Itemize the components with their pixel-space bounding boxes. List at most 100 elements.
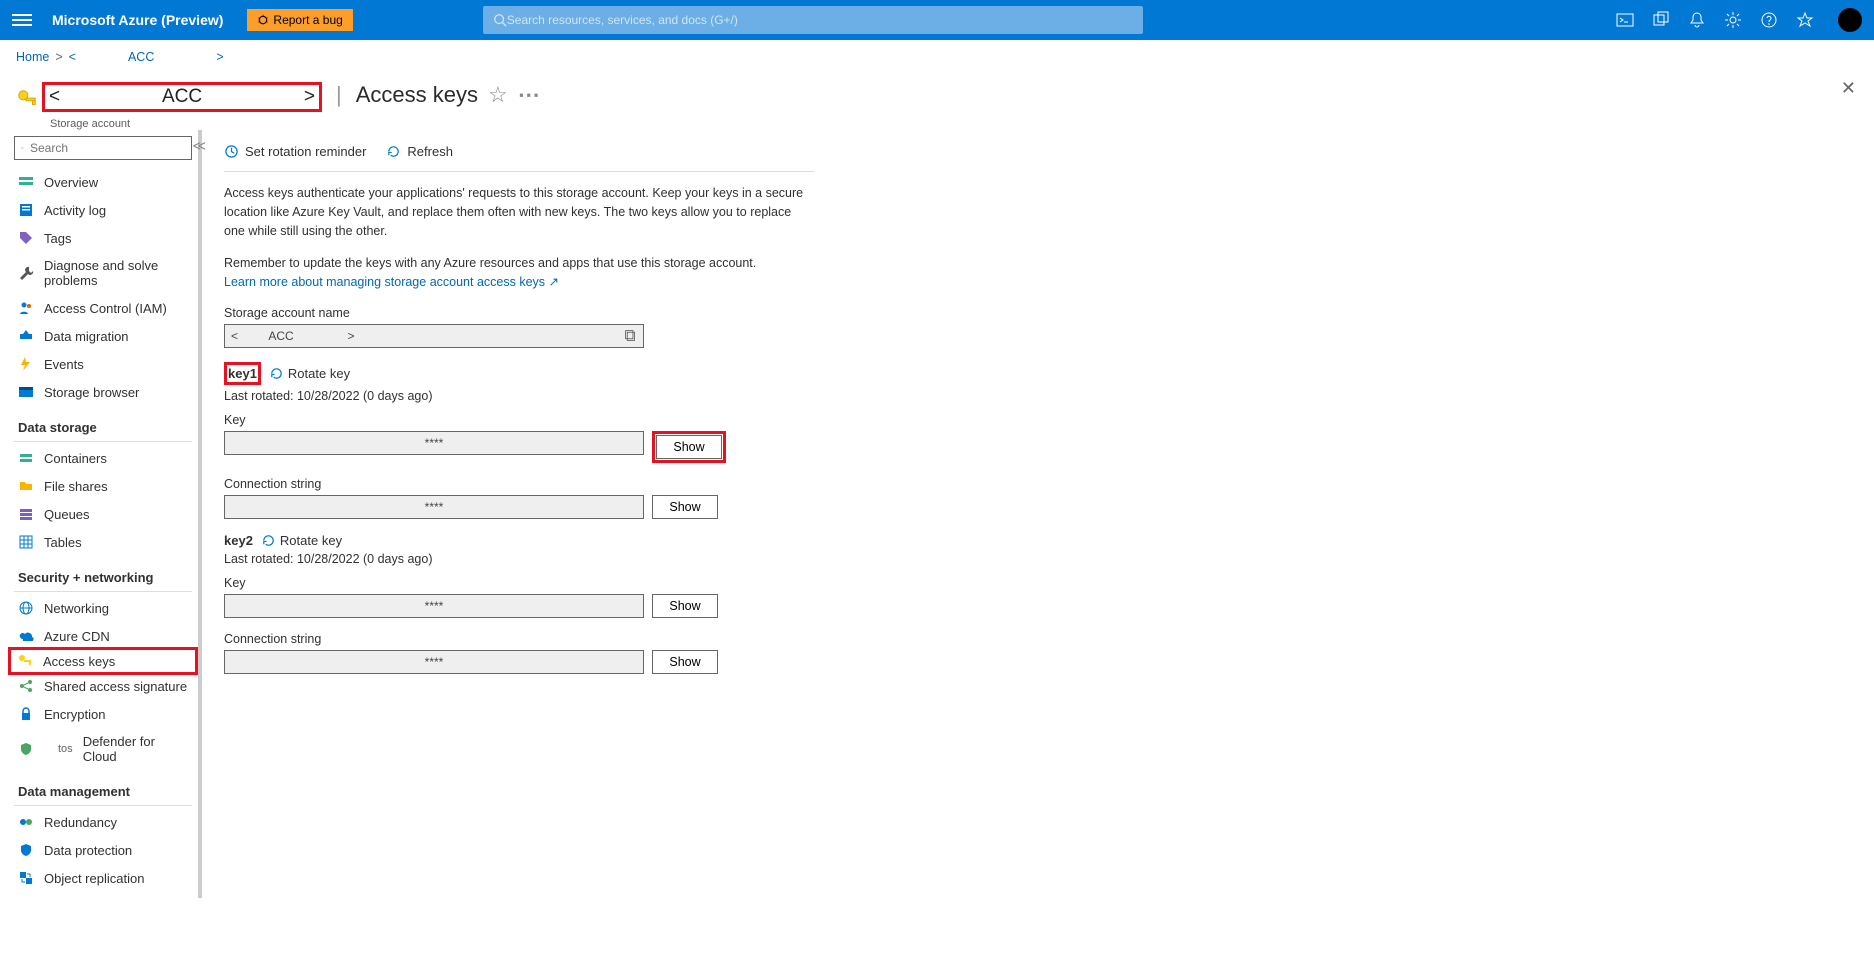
breadcrumb-home[interactable]: Home xyxy=(16,50,49,64)
show-key2-button[interactable]: Show xyxy=(652,594,718,618)
breadcrumb-angle[interactable]: < xyxy=(69,50,76,64)
rotate-key2-button[interactable]: Rotate key xyxy=(261,533,342,548)
resource-sidebar: ≪ Overview Activity log Tags Diagnose an… xyxy=(0,130,200,898)
sidebar-search[interactable] xyxy=(14,136,192,160)
help-icon[interactable] xyxy=(1760,11,1778,29)
topbar-right xyxy=(1616,8,1862,32)
nav-containers[interactable]: Containers xyxy=(14,444,192,472)
set-rotation-reminder-button[interactable]: Set rotation reminder xyxy=(224,144,366,159)
account-name-field[interactable]: < ACC > xyxy=(224,324,644,348)
nav-data-protection[interactable]: Data protection xyxy=(14,836,192,864)
migration-icon xyxy=(18,328,34,344)
nav-overview[interactable]: Overview xyxy=(14,168,192,196)
key2-key-field[interactable]: **** xyxy=(224,594,644,618)
collapse-sidebar-icon[interactable]: ≪ xyxy=(192,138,206,154)
nav-activity-log[interactable]: Activity log xyxy=(14,196,192,224)
report-bug-button[interactable]: Report a bug xyxy=(247,9,352,31)
nav-azure-cdn[interactable]: Azure CDN xyxy=(14,622,192,650)
table-icon xyxy=(18,534,34,550)
nav-encryption[interactable]: Encryption xyxy=(14,700,192,728)
hamburger-icon[interactable] xyxy=(12,10,32,30)
description-2: Remember to update the keys with any Azu… xyxy=(224,254,814,292)
nav-label: Tags xyxy=(44,231,71,246)
copy-icon[interactable] xyxy=(624,329,637,342)
nav-label: Object replication xyxy=(44,871,144,886)
cmd-label: Set rotation reminder xyxy=(245,144,366,159)
breadcrumb-sep: > xyxy=(55,50,62,64)
nav-sas[interactable]: Shared access signature xyxy=(14,672,192,700)
nav-tags[interactable]: Tags xyxy=(14,224,192,252)
key1-key-field[interactable]: **** xyxy=(224,431,644,455)
people-icon xyxy=(18,300,34,316)
rotate-icon xyxy=(269,366,284,381)
cloud-shell-icon[interactable] xyxy=(1616,11,1634,29)
nav-tables[interactable]: Tables xyxy=(14,528,192,556)
refresh-button[interactable]: Refresh xyxy=(386,144,453,159)
key1-conn-field[interactable]: **** xyxy=(224,495,644,519)
key1-last-rotated: Last rotated: 10/28/2022 (0 days ago) xyxy=(224,389,1104,403)
notifications-icon[interactable] xyxy=(1688,11,1706,29)
hidden-value: **** xyxy=(425,436,444,450)
key2-conn-label: Connection string xyxy=(224,632,1104,646)
external-link-icon: ↗ xyxy=(549,275,559,289)
more-actions-icon[interactable]: ⋯ xyxy=(518,82,541,108)
queue-icon xyxy=(18,506,34,522)
global-search-input[interactable] xyxy=(507,13,1133,27)
nav-label: Activity log xyxy=(44,203,106,218)
browser-icon xyxy=(18,384,34,400)
nav-access-keys[interactable]: Access keys xyxy=(8,647,198,675)
key1-header: key1 Rotate key xyxy=(224,362,1104,385)
settings-icon[interactable] xyxy=(1724,11,1742,29)
nav-defender[interactable]: tosDefender for Cloud xyxy=(14,728,192,770)
show-key2-conn-button[interactable]: Show xyxy=(652,650,718,674)
nav-events[interactable]: Events xyxy=(14,350,192,378)
nav-diagnose[interactable]: Diagnose and solve problems xyxy=(14,252,192,294)
hidden-value: **** xyxy=(425,500,444,514)
key2-conn-field[interactable]: **** xyxy=(224,650,644,674)
user-avatar[interactable] xyxy=(1838,8,1862,32)
rotate-label: Rotate key xyxy=(288,366,350,381)
nav-queues[interactable]: Queues xyxy=(14,500,192,528)
nav-label: Data migration xyxy=(44,329,129,344)
learn-more-link[interactable]: Learn more about managing storage accoun… xyxy=(224,275,559,289)
close-blade-icon[interactable]: ✕ xyxy=(1841,78,1856,99)
sidebar-search-input[interactable] xyxy=(30,141,185,155)
nav-section-data-mgmt: Data management xyxy=(14,770,192,806)
top-bar: Microsoft Azure (Preview) Report a bug xyxy=(0,0,1874,40)
nav-networking[interactable]: Networking xyxy=(14,594,192,622)
nav-redundancy[interactable]: Redundancy xyxy=(14,808,192,836)
nav-data-migration[interactable]: Data migration xyxy=(14,322,192,350)
nav-storage-browser[interactable]: Storage browser xyxy=(14,378,192,406)
resource-type-label: Storage account xyxy=(50,118,1874,130)
nav-label: Encryption xyxy=(44,707,105,722)
resource-name-highlight: < ACC > xyxy=(42,82,322,112)
nav-object-replication[interactable]: Object replication xyxy=(14,864,192,892)
hidden-value: **** xyxy=(425,599,444,613)
nav-label: Access keys xyxy=(43,654,115,669)
global-search[interactable] xyxy=(483,6,1143,34)
directories-icon[interactable] xyxy=(1652,11,1670,29)
key1-conn-label: Connection string xyxy=(224,477,1104,491)
show-key1-conn-button[interactable]: Show xyxy=(652,495,718,519)
clock-icon xyxy=(224,144,239,159)
page-title-row: | Access keys ☆ ⋯ xyxy=(332,82,541,108)
feedback-icon[interactable] xyxy=(1796,11,1814,29)
nav-file-shares[interactable]: File shares xyxy=(14,472,192,500)
globe-icon xyxy=(18,600,34,616)
description-2-text: Remember to update the keys with any Azu… xyxy=(224,256,756,270)
refresh-icon xyxy=(386,144,401,159)
nav-iam[interactable]: Access Control (IAM) xyxy=(14,294,192,322)
breadcrumb-angle2[interactable]: > xyxy=(216,50,223,64)
container-icon xyxy=(18,450,34,466)
acc-val-right: > xyxy=(311,329,391,343)
nav-section-data-storage: Data storage xyxy=(14,406,192,442)
nav-label: Tables xyxy=(44,535,82,550)
key2-header: key2 Rotate key xyxy=(224,533,1104,548)
rotate-key1-button[interactable]: Rotate key xyxy=(269,366,350,381)
show-key1-button[interactable]: Show xyxy=(656,435,722,459)
nav-defender-tos: tos xyxy=(58,743,73,755)
description-1: Access keys authenticate your applicatio… xyxy=(224,184,814,240)
favorite-star-icon[interactable]: ☆ xyxy=(488,82,508,108)
wrench-icon xyxy=(18,265,34,281)
breadcrumb-acc[interactable]: ACC xyxy=(128,50,154,64)
